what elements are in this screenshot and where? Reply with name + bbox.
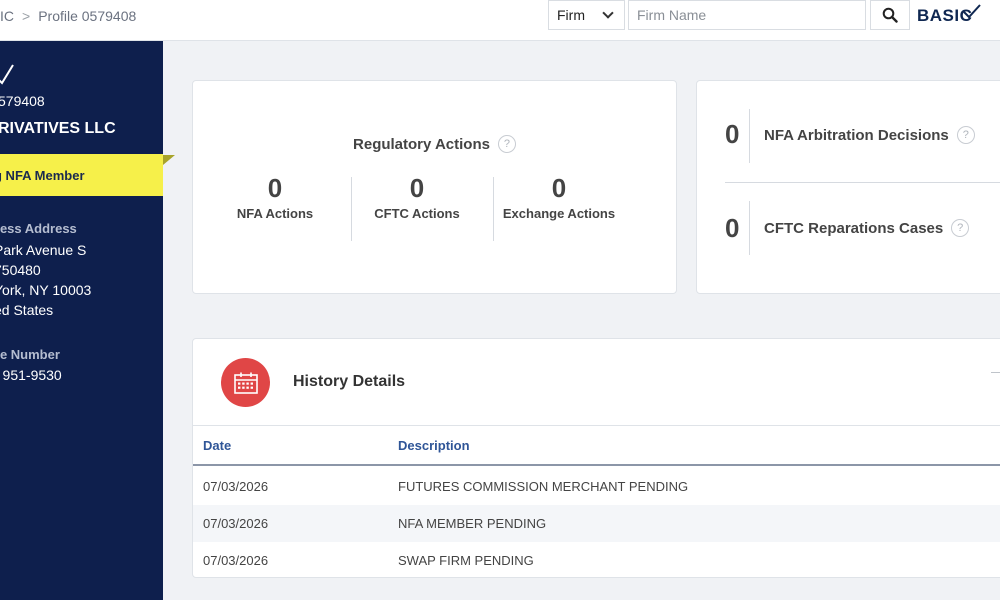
- search-icon: [882, 7, 898, 23]
- row-date: 07/03/2026: [203, 553, 269, 568]
- case-separator: [725, 182, 1000, 183]
- nfa-actions-label: NFA Actions: [236, 206, 314, 221]
- help-icon[interactable]: ?: [956, 126, 975, 144]
- phone-number: ) 951-9530: [0, 367, 62, 383]
- breadcrumb-root[interactable]: IC: [0, 8, 14, 24]
- help-icon[interactable]: ?: [497, 135, 516, 153]
- exchange-actions-stat[interactable]: 0 Exchange Actions: [489, 173, 629, 221]
- table-row: 07/03/2026 SWAP FIRM PENDING: [193, 542, 1000, 579]
- address-line-4: ed States: [0, 302, 54, 318]
- calendar-badge: [221, 358, 270, 407]
- row-description: NFA MEMBER PENDING: [398, 516, 547, 531]
- firm-name-input[interactable]: [628, 0, 866, 30]
- address-line-2: 750480: [0, 262, 41, 278]
- regulatory-actions-title: Regulatory Actions ?: [193, 135, 676, 153]
- breadcrumb-current: Profile 0579408: [38, 8, 137, 24]
- case-divider: [749, 109, 750, 163]
- column-header-description[interactable]: Description: [398, 438, 470, 453]
- column-header-date[interactable]: Date: [203, 438, 231, 453]
- row-date: 07/03/2026: [203, 479, 269, 494]
- checkmark-icon: [963, 4, 982, 19]
- search-type-select[interactable]: Firm: [548, 0, 625, 30]
- firm-sidebar: 579408 RIVATIVES LLC g NFA Member ness A…: [0, 41, 163, 600]
- case-divider: [749, 201, 750, 255]
- row-date: 07/03/2026: [203, 516, 269, 531]
- basic-logo[interactable]: BASIC: [917, 4, 982, 26]
- reparations-label-text: CFTC Reparations Cases: [764, 219, 944, 237]
- reparations-label: CFTC Reparations Cases ?: [764, 219, 970, 237]
- nfa-actions-stat[interactable]: 0 NFA Actions: [205, 173, 345, 221]
- exchange-actions-label: Exchange Actions: [502, 206, 616, 221]
- address-line-1: Park Avenue S: [0, 242, 87, 258]
- phone-label: ne Number: [0, 347, 60, 362]
- search-button[interactable]: [870, 0, 910, 30]
- cftc-actions-label: CFTC Actions: [374, 206, 460, 221]
- firm-name: RIVATIVES LLC: [0, 120, 116, 137]
- table-row: 07/03/2026 NFA MEMBER PENDING: [193, 505, 1000, 542]
- regulatory-actions-card: Regulatory Actions ? 0 NFA Actions 0 CFT…: [192, 80, 677, 294]
- cftc-actions-count: 0: [409, 173, 425, 203]
- table-row: 07/03/2026 FUTURES COMMISSION MERCHANT P…: [193, 468, 1000, 505]
- firm-id: 579408: [0, 93, 45, 109]
- search-type-value: Firm: [557, 7, 585, 23]
- collapse-icon[interactable]: [991, 372, 1000, 373]
- help-icon[interactable]: ?: [951, 219, 970, 237]
- top-bar: IC > Profile 0579408 Firm BASIC: [0, 0, 1000, 41]
- address-label: ness Address: [0, 221, 77, 236]
- history-title: History Details: [293, 373, 406, 390]
- row-description: FUTURES COMMISSION MERCHANT PENDING: [398, 479, 689, 494]
- arbitration-label-text: NFA Arbitration Decisions: [764, 126, 949, 144]
- address-line-3: York, NY 10003: [0, 282, 92, 298]
- status-badge-fold: [163, 155, 175, 165]
- calendar-icon: [233, 372, 258, 394]
- cases-card: 0 NFA Arbitration Decisions ? 0 CFTC Rep…: [696, 80, 1000, 294]
- membership-status-text: g NFA Member: [0, 167, 85, 183]
- history-header[interactable]: History Details: [193, 339, 1000, 426]
- cftc-actions-stat[interactable]: 0 CFTC Actions: [347, 173, 487, 221]
- arbitration-count[interactable]: 0: [725, 119, 739, 150]
- exchange-actions-count: 0: [551, 173, 567, 203]
- chevron-down-icon: [602, 7, 614, 19]
- reparations-count[interactable]: 0: [725, 213, 739, 244]
- checkmark-icon: [0, 64, 14, 85]
- nfa-actions-count: 0: [267, 173, 283, 203]
- breadcrumb-separator: >: [22, 8, 31, 24]
- breadcrumb: IC > Profile 0579408: [0, 8, 136, 24]
- arbitration-label: NFA Arbitration Decisions ?: [764, 126, 975, 144]
- membership-status-badge: g NFA Member: [0, 154, 163, 196]
- row-description: SWAP FIRM PENDING: [398, 553, 534, 568]
- regulatory-actions-title-text: Regulatory Actions: [353, 135, 490, 153]
- history-details-panel: History Details Date Description 07/03/2…: [192, 338, 1000, 578]
- history-table-header: Date Description: [193, 426, 1000, 466]
